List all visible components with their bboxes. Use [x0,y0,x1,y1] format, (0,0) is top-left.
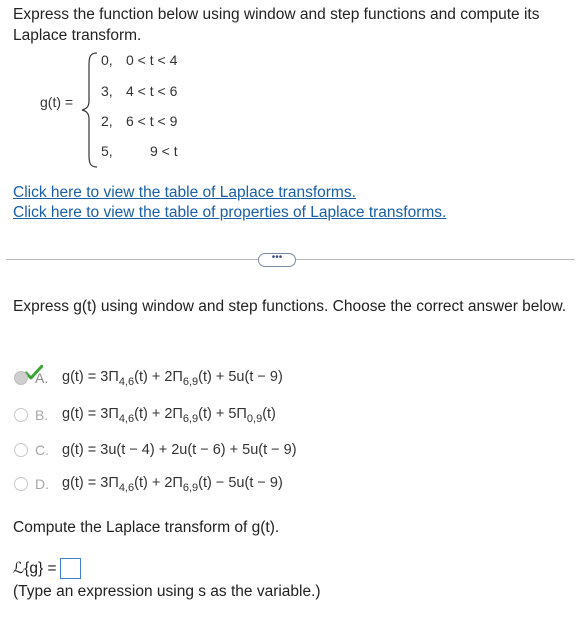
case-value: 0, [101,52,113,68]
laplace-answer-row: ℒ{g} = [13,558,81,579]
option-letter: D. [35,476,49,492]
option-letter: A. [35,370,49,386]
option-expression: g(t) = 3u(t − 4) + 2u(t − 6) + 5u(t − 9) [62,442,297,458]
option-a[interactable]: A. g(t) = 3Π4,6(t) + 2Π6,9(t) + 5u(t − 9… [14,367,283,389]
option-b[interactable]: B. g(t) = 3Π4,6(t) + 2Π6,9(t) + 5Π0,9(t) [14,404,276,426]
option-expression: g(t) = 3Π4,6(t) + 2Π6,9(t) + 5Π0,9(t) [62,405,276,425]
radio-button[interactable] [14,477,28,491]
ellipsis-icon: ••• [271,252,283,263]
left-brace [81,52,98,168]
case-condition: 0 < t < 4 [126,52,178,68]
laplace-table-link[interactable]: Click here to view the table of Laplace … [13,184,356,202]
option-d[interactable]: D. g(t) = 3Π4,6(t) + 2Π6,9(t) − 5u(t − 9… [14,473,283,495]
input-hint: (Type an expression using s as the varia… [13,583,321,600]
radio-button[interactable] [14,443,28,457]
part1-prompt: Express g(t) using window and step funct… [13,298,567,315]
laplace-label: ℒ{g} = [13,560,57,577]
option-letter: C. [35,442,49,458]
more-options-button[interactable]: ••• [258,253,296,267]
laplace-answer-input[interactable] [59,558,81,579]
option-expression: g(t) = 3Π4,6(t) + 2Π6,9(t) + 5u(t − 9) [62,368,283,388]
case-condition: 6 < t < 9 [126,113,178,129]
case-value: 5, [101,143,113,159]
case-condition: 4 < t < 6 [126,83,178,99]
radio-button[interactable] [14,408,28,422]
case-condition: 9 < t [150,143,178,159]
option-c[interactable]: C. g(t) = 3u(t − 4) + 2u(t − 6) + 5u(t −… [14,439,297,461]
option-expression: g(t) = 3Π4,6(t) + 2Π6,9(t) − 5u(t − 9) [62,474,283,494]
part2-prompt: Compute the Laplace transform of g(t). [13,519,280,536]
question-text: Express the function below using window … [13,6,540,44]
radio-button[interactable] [14,371,28,385]
case-value: 3, [101,83,113,99]
laplace-properties-link[interactable]: Click here to view the table of properti… [13,204,446,222]
option-letter: B. [35,407,49,423]
case-value: 2, [101,113,113,129]
function-label: g(t) = [40,94,74,110]
